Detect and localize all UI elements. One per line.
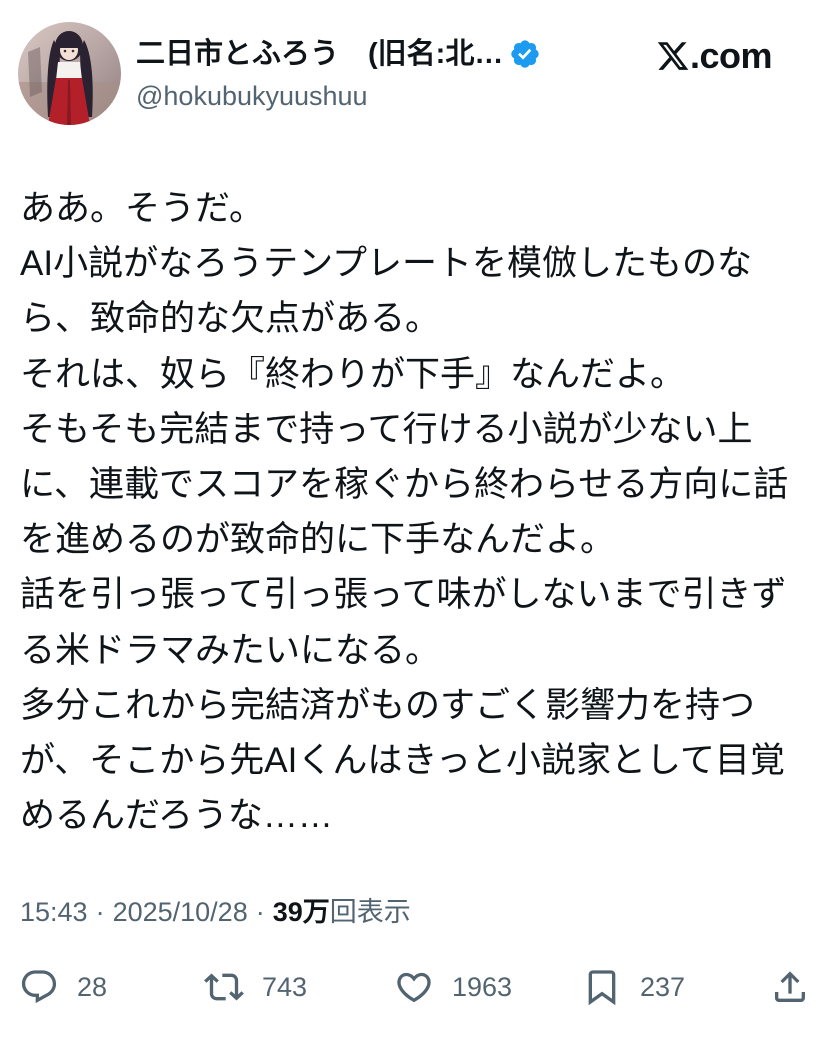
tweet-line: AI小説がなろうテンプレートを模倣したものな [20, 244, 753, 284]
views-count: 39万 [272, 897, 330, 927]
tweet-line: が、そこから先AIくんはきっと小説家として目覚 [20, 740, 785, 780]
tweet-line: を進めるのが致命的に下手なんだよ。 [20, 520, 616, 560]
reply-count: 28 [77, 972, 108, 1002]
user-handle[interactable]: @hokubukyuushuu [136, 79, 368, 113]
tweet-meta: 15:43 · 2025/10/28 · 39万回表示 [20, 895, 411, 929]
reply-icon [19, 967, 59, 1007]
views-label: 回表示 [329, 897, 411, 927]
like-button[interactable]: 1963 [394, 966, 512, 1008]
meta-separator: · [255, 897, 265, 927]
bookmark-button[interactable]: 237 [582, 966, 685, 1008]
tweet-line: それは、奴ら『終わりが下手』なんだよ。 [20, 354, 686, 394]
tweet-text: ああ。そうだ。 AI小説がなろうテンプレートを模倣したものな ら、致命的な欠点が… [20, 181, 820, 843]
tweet-line: そもそも完結まで持って行ける小説が少ない上 [20, 409, 753, 449]
tweet-line: ああ。そうだ。 [20, 189, 264, 228]
display-name[interactable]: 二日市とふろう (旧名:北… [136, 35, 503, 73]
avatar-image [18, 22, 121, 125]
repost-button[interactable]: 743 [204, 966, 307, 1008]
meta-separator: · [95, 897, 105, 927]
reply-button[interactable]: 28 [19, 966, 107, 1008]
tweet-line: 話を引っ張って引っ張って味がしないまで引きず [20, 575, 787, 615]
tweet-line: めるんだろうな…… [20, 796, 333, 836]
user-name-row: 二日市とふろう (旧名:北… [136, 34, 541, 74]
bookmark-count: 237 [640, 972, 686, 1002]
avatar[interactable] [18, 22, 121, 125]
heart-icon [394, 967, 434, 1007]
share-button[interactable] [770, 966, 810, 1008]
tweet-time[interactable]: 15:43 [20, 897, 88, 927]
like-count: 1963 [452, 972, 513, 1002]
tweet-line: ら、致命的な欠点がある。 [20, 299, 441, 339]
share-icon [770, 967, 810, 1007]
verified-badge-icon [509, 38, 541, 70]
site-watermark: .com [656, 35, 773, 76]
bookmark-icon [582, 967, 622, 1007]
repost-count: 743 [262, 972, 308, 1002]
repost-icon [204, 967, 244, 1007]
site-suffix: .com [690, 35, 773, 76]
tweet-date[interactable]: 2025/10/28 [113, 897, 248, 927]
tweet-line: に、連載でスコアを稼ぐから終わらせる方向に話 [20, 464, 789, 504]
tweet-line: る米ドラマみたいになる。 [20, 630, 441, 670]
x-logo-icon [656, 39, 690, 73]
tweet-line: 多分これから完結済がものすごく影響力を持つ [20, 685, 756, 725]
